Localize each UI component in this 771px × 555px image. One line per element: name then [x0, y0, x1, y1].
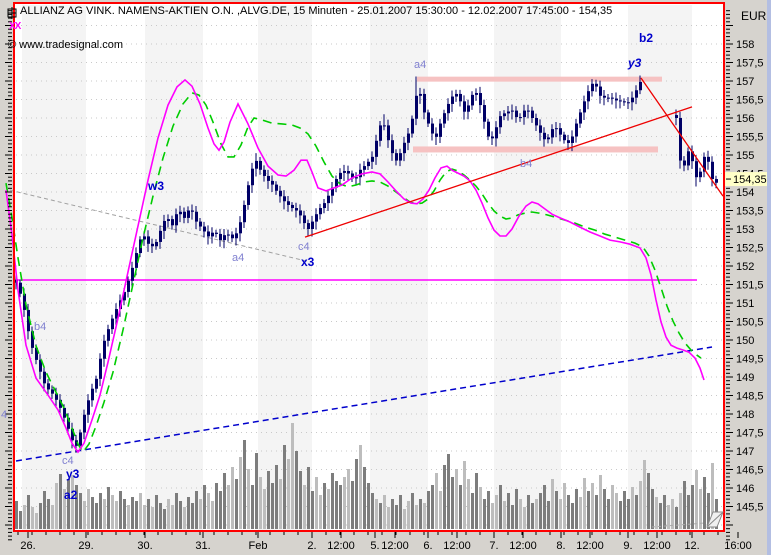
svg-text:29.: 29. [78, 540, 93, 552]
svg-text:12:00: 12:00 [643, 540, 671, 552]
svg-text:2.: 2. [307, 540, 316, 552]
tradesignal-chart-window: 158157,5157156,5156155,5155154,5154153,5… [0, 0, 771, 555]
svg-text:150: 150 [736, 335, 754, 347]
svg-text:154,35: 154,35 [733, 174, 767, 186]
wave-label-b2: b2 [639, 31, 653, 45]
svg-text:6.: 6. [423, 540, 432, 552]
svg-text:145,5: 145,5 [736, 502, 764, 514]
svg-text:12:00: 12:00 [443, 540, 471, 552]
wave-label-a2: a2 [64, 488, 77, 502]
chart-canvas[interactable]: 158157,5157156,5156155,5155154,5154153,5… [0, 0, 771, 555]
svg-text:26.: 26. [20, 540, 35, 552]
svg-text:12:00: 12:00 [576, 540, 604, 552]
svg-text:5.: 5. [370, 540, 379, 552]
svg-text:16:00: 16:00 [724, 540, 752, 552]
wave-label-a4: a4 [232, 252, 244, 264]
svg-text:149: 149 [736, 372, 754, 384]
svg-text:Feb: Feb [249, 540, 268, 552]
last-price-tag: 154,35 [725, 172, 771, 186]
wave-label-w3: w3 [148, 179, 164, 193]
svg-text:8.: 8. [556, 540, 565, 552]
svg-text:148: 148 [736, 409, 754, 421]
svg-text:158: 158 [736, 39, 754, 51]
svg-text:147,5: 147,5 [736, 428, 764, 440]
copyright-label: © www.tradesignal.com [8, 39, 123, 51]
svg-text:150,5: 150,5 [736, 317, 764, 329]
wave-label-b4: b4 [520, 158, 532, 170]
svg-text:155: 155 [736, 150, 754, 162]
svg-text:152,5: 152,5 [736, 243, 764, 255]
svg-text:151: 151 [736, 298, 754, 310]
svg-text:12:00: 12:00 [509, 540, 537, 552]
svg-text:12.: 12. [684, 540, 699, 552]
wave-label-y3: y3 [628, 56, 641, 70]
watermark-xx: XX [9, 21, 20, 32]
svg-text:157: 157 [736, 76, 754, 88]
wave-label-b4: b4 [34, 321, 46, 333]
svg-text:12:00: 12:00 [327, 540, 355, 552]
wave-label-a4: a4 [414, 59, 426, 71]
svg-text:7.: 7. [489, 540, 498, 552]
wave-label-4: 4 [1, 409, 7, 421]
svg-text:30.: 30. [137, 540, 152, 552]
wave-label-c4: c4 [62, 455, 74, 467]
wave-label-x3: x3 [301, 255, 314, 269]
svg-text:151,5: 151,5 [736, 280, 764, 292]
wave-label-y3: y3 [66, 467, 79, 481]
svg-text:156: 156 [736, 113, 754, 125]
svg-text:31.: 31. [195, 540, 210, 552]
svg-text:146: 146 [736, 483, 754, 495]
svg-text:146,5: 146,5 [736, 465, 764, 477]
svg-text:153: 153 [736, 224, 754, 236]
svg-text:148,5: 148,5 [736, 391, 764, 403]
svg-text:156,5: 156,5 [736, 95, 764, 107]
svg-text:153,5: 153,5 [736, 206, 764, 218]
wave-label-c4: c4 [298, 241, 310, 253]
svg-text:147: 147 [736, 446, 754, 458]
svg-text:157,5: 157,5 [736, 58, 764, 70]
svg-text:9.: 9. [623, 540, 632, 552]
svg-text:12:00: 12:00 [381, 540, 409, 552]
svg-text:152: 152 [736, 261, 754, 273]
currency-axis-label: EUR [741, 9, 766, 23]
chart-title: ALLIANZ AG VINK. NAMENS-AKTIEN O.N. ,ALV… [20, 5, 612, 17]
window-edge [767, 0, 771, 555]
svg-text:149,5: 149,5 [736, 354, 764, 366]
svg-text:155,5: 155,5 [736, 132, 764, 144]
svg-text:154: 154 [736, 187, 754, 199]
